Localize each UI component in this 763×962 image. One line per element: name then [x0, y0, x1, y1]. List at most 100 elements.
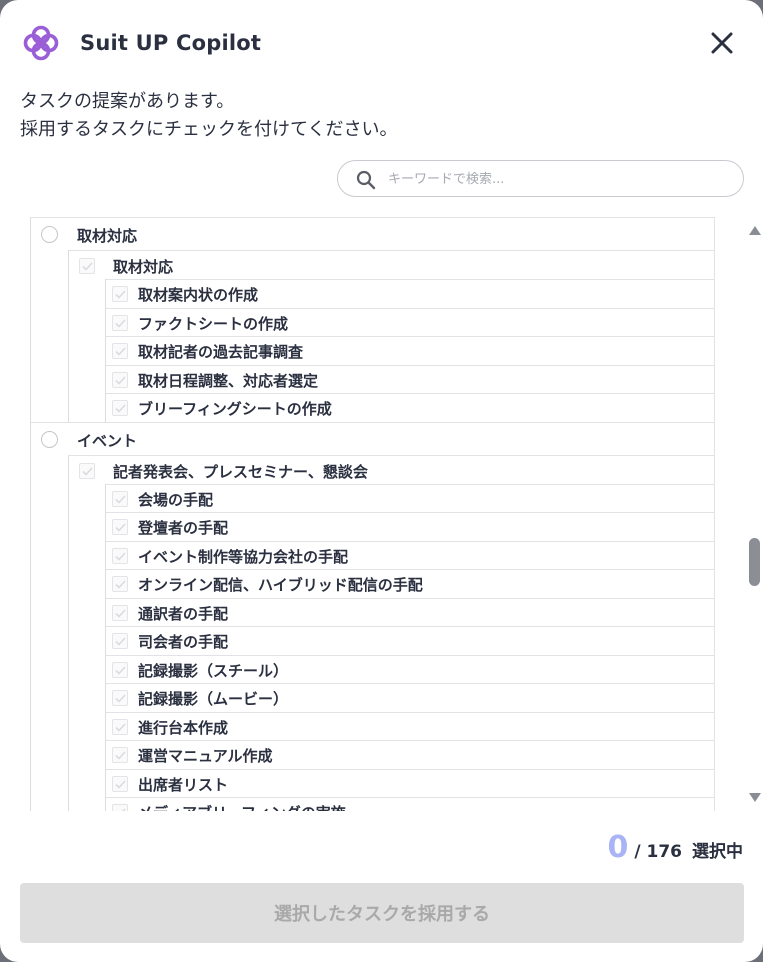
task-checkbox-wrap: [112, 747, 128, 763]
category-label: 取材対応: [77, 227, 138, 245]
total-count: / 176: [634, 842, 682, 862]
task-row[interactable]: 司会者の手配: [106, 626, 715, 655]
search-box: [337, 160, 744, 197]
app-title: Suit UP Copilot: [80, 31, 262, 55]
intro-line-1: タスクの提案があります。: [20, 91, 235, 112]
group-checkbox-wrap: [79, 258, 95, 274]
task-checkbox[interactable]: [112, 314, 128, 331]
group-label: 記者発表会、プレスセミナー、懇談会: [113, 462, 368, 481]
task-row[interactable]: イベント制作等協力会社の手配: [106, 540, 715, 569]
task-label: 通訳者の手配: [138, 604, 229, 623]
group-checkbox[interactable]: [79, 462, 95, 479]
selected-count: 0: [607, 830, 629, 865]
search-input[interactable]: [388, 167, 728, 191]
task-row[interactable]: 取材日程調整、対応者選定: [106, 364, 715, 393]
task-label: 進行台本作成: [138, 718, 229, 737]
task-checkbox[interactable]: [112, 804, 128, 811]
task-checkbox-wrap: [112, 490, 128, 507]
selected-label: 選択中: [692, 842, 743, 862]
task-checkbox-wrap: [112, 286, 128, 302]
task-label: 司会者の手配: [138, 633, 229, 651]
task-label: 会場の手配: [138, 490, 214, 509]
task-row[interactable]: ブリーフィングシートの作成: [106, 393, 715, 422]
copilot-panel: Suit UP Copilot タスクの提案があります。 採用するタスクにチェッ…: [0, 0, 763, 962]
task-checkbox[interactable]: [112, 400, 128, 416]
task-row[interactable]: 通訳者の手配: [106, 597, 715, 626]
task-checkbox-wrap: [112, 343, 128, 359]
selection-counter: 0 / 176 選択中: [608, 830, 744, 866]
group-row: 取材対応: [69, 250, 715, 279]
task-checkbox[interactable]: [112, 604, 128, 621]
task-checkbox[interactable]: [112, 547, 128, 564]
header: Suit UP Copilot: [20, 22, 743, 66]
category-radio[interactable]: [41, 430, 58, 448]
task-checkbox[interactable]: [112, 286, 128, 302]
task-label: ファクトシートの作成: [138, 314, 289, 333]
task-items: 取材案内状の作成ファクトシートの作成 取材記者の過去記事調査 取材日程調整、対応者選…: [105, 279, 715, 422]
task-checkbox[interactable]: [112, 490, 128, 507]
task-checkbox-wrap: [112, 371, 128, 388]
scroll-down-arrow-icon[interactable]: [749, 793, 761, 802]
task-checkbox-wrap: [112, 718, 128, 735]
task-checkbox-wrap: [112, 519, 128, 535]
category-row: イベント: [31, 421, 715, 455]
group-row: 記者発表会、プレスセミナー、懇談会: [69, 454, 715, 484]
task-checkbox-wrap: [112, 775, 128, 792]
group-checkbox-wrap: [79, 462, 95, 479]
scroll-up-arrow-icon[interactable]: [749, 226, 761, 235]
task-label: 出席者リスト: [138, 775, 229, 794]
task-checkbox[interactable]: [112, 343, 128, 359]
intro-line-2: 採用するタスクにチェックを付けてください。: [20, 119, 398, 140]
task-checkbox[interactable]: [112, 747, 128, 763]
category-body: 記者発表会、プレスセミナー、懇談会会場の手配登壇者の手配イベント制作等協力会社の…: [68, 454, 715, 811]
task-checkbox[interactable]: [112, 576, 128, 592]
task-checkbox-wrap: [112, 690, 128, 706]
task-row[interactable]: メディアブリーフィングの実施: [106, 797, 715, 811]
task-label: イベント制作等協力会社の手配: [138, 547, 349, 566]
task-checkbox-wrap: [112, 576, 128, 592]
task-checkbox[interactable]: [112, 690, 128, 706]
task-checkbox[interactable]: [112, 718, 128, 735]
task-row[interactable]: 登壇者の手配: [106, 512, 715, 541]
close-icon[interactable]: [707, 28, 737, 58]
scrollbar[interactable]: [747, 222, 761, 810]
task-label: 取材案内状の作成: [138, 286, 259, 304]
task-row[interactable]: 記録撮影（スチール）: [106, 654, 715, 683]
task-label: 取材記者の過去記事調査: [138, 343, 304, 361]
task-row[interactable]: 運営マニュアル作成: [106, 740, 715, 769]
task-label: 記録撮影（ムービー）: [138, 690, 289, 708]
category-section: 取材対応 取材対応 取材案内状の作成 ファクトシートの作成 取材記者の過去記事調査 取材日…: [30, 217, 715, 422]
task-row[interactable]: 記録撮影（ムービー）: [106, 683, 715, 712]
task-row[interactable]: 会場の手配: [106, 483, 715, 512]
task-row[interactable]: 取材記者の過去記事調査: [106, 336, 715, 365]
adopt-tasks-button[interactable]: 選択したタスクを採用する: [20, 883, 744, 943]
task-checkbox-wrap: [112, 633, 128, 649]
task-label: 登壇者の手配: [138, 519, 229, 537]
group-checkbox[interactable]: [79, 258, 95, 274]
task-checkbox-wrap: [112, 400, 128, 416]
task-row[interactable]: オンライン配信、ハイブリッド配信の手配: [106, 569, 715, 598]
task-label: 運営マニュアル作成: [138, 747, 273, 765]
task-row[interactable]: ファクトシートの作成: [106, 307, 715, 336]
task-checkbox[interactable]: [112, 661, 128, 678]
task-checkbox-wrap: [112, 804, 128, 811]
task-row[interactable]: 取材案内状の作成: [106, 279, 715, 308]
task-row[interactable]: 進行台本作成: [106, 711, 715, 740]
search-icon: [356, 170, 376, 190]
task-checkbox[interactable]: [112, 519, 128, 535]
logo-icon: [20, 22, 62, 64]
task-label: 取材日程調整、対応者選定: [138, 371, 319, 390]
task-label: ブリーフィングシートの作成: [138, 400, 332, 418]
category-radio[interactable]: [41, 226, 58, 243]
task-label: 記録撮影（スチール）: [138, 661, 289, 680]
task-label: メディアブリーフィングの実施: [138, 802, 346, 811]
category-label: イベント: [77, 431, 138, 450]
intro-text: タスクの提案があります。 採用するタスクにチェックを付けてください。: [20, 88, 397, 144]
task-checkbox[interactable]: [112, 371, 128, 388]
scrollbar-thumb[interactable]: [749, 538, 760, 586]
task-label: オンライン配信、ハイブリッド配信の手配: [138, 576, 423, 594]
task-list: 取材対応 取材対応 取材案内状の作成 ファクトシートの作成 取材記者の過去記事調査 取材日…: [30, 217, 715, 811]
task-checkbox[interactable]: [112, 775, 128, 792]
task-checkbox[interactable]: [112, 633, 128, 649]
task-row[interactable]: 出席者リスト: [106, 768, 715, 797]
